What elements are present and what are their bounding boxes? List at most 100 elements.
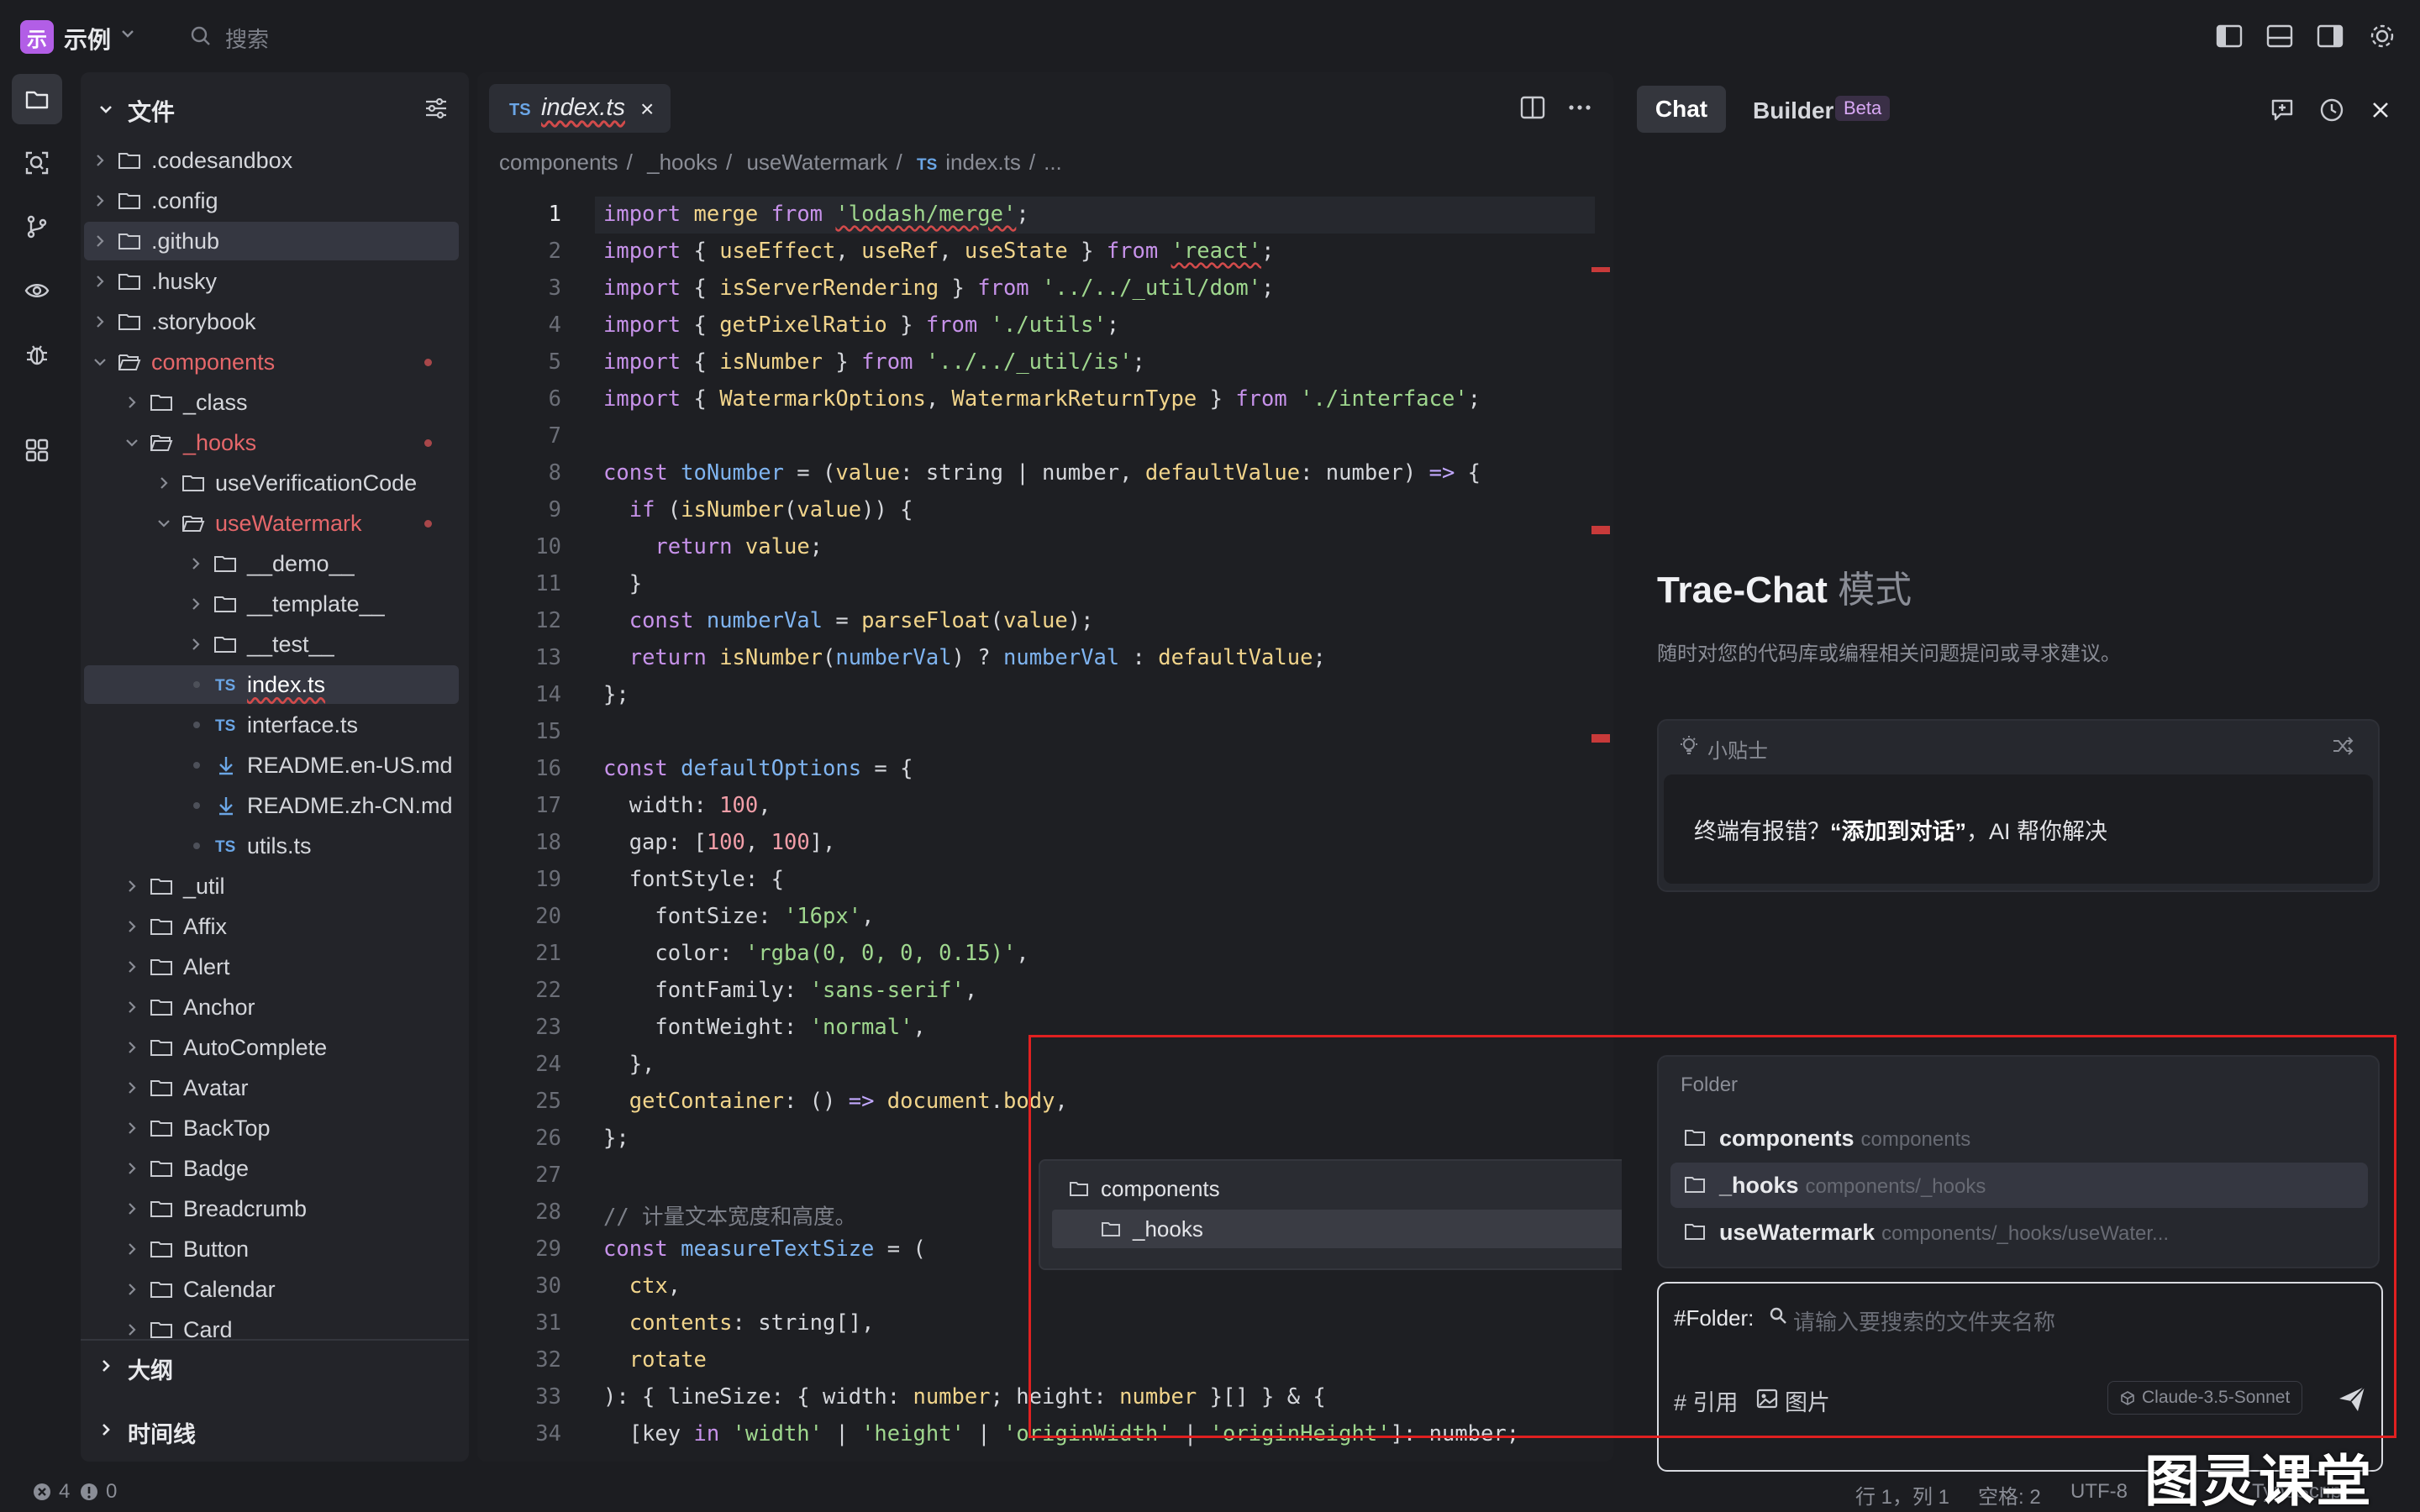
search-code-icon[interactable] xyxy=(12,138,62,188)
tree-item[interactable]: Calendar xyxy=(84,1270,459,1309)
chevron-down-icon[interactable] xyxy=(97,101,114,118)
tree-item[interactable]: TS interface.ts xyxy=(84,706,459,744)
history-icon[interactable] xyxy=(2317,96,2346,124)
tab-builder[interactable]: Builder xyxy=(1753,97,1833,124)
code-line[interactable]: }; xyxy=(603,1126,629,1151)
code-line[interactable]: contents: string[], xyxy=(603,1310,875,1336)
chevron-down-icon[interactable] xyxy=(119,25,136,42)
tree-item[interactable]: .husky xyxy=(84,262,459,301)
code-line[interactable]: width: 100, xyxy=(603,793,771,818)
code-line[interactable]: }, xyxy=(603,1052,655,1077)
tree-item[interactable]: Affix xyxy=(84,907,459,946)
warning-count[interactable]: 0 xyxy=(106,1480,117,1504)
code-line[interactable]: gap: [100, 100], xyxy=(603,830,836,855)
breadcrumb-item[interactable]: index.ts xyxy=(945,150,1021,175)
code-line[interactable]: fontStyle: { xyxy=(603,867,784,892)
tree-item[interactable]: __template__ xyxy=(84,585,459,623)
tree-item[interactable]: Avatar xyxy=(84,1068,459,1107)
search-icon[interactable] xyxy=(190,25,212,47)
tab-index-ts[interactable]: TS index.ts × xyxy=(489,84,671,133)
tree-item[interactable]: .github xyxy=(84,222,459,260)
warning-icon[interactable] xyxy=(79,1482,99,1502)
explorer-files-icon[interactable] xyxy=(12,74,62,124)
code-line[interactable]: } xyxy=(603,571,642,596)
code-line[interactable]: color: 'rgba(0, 0, 0, 0.15)', xyxy=(603,941,1028,966)
close-icon[interactable] xyxy=(2368,97,2393,123)
tree-item[interactable]: components xyxy=(84,343,459,381)
error-icon[interactable] xyxy=(32,1482,52,1502)
tree-item[interactable]: Anchor xyxy=(84,988,459,1026)
code-line[interactable]: import merge from 'lodash/merge'; xyxy=(603,202,1029,227)
code-line[interactable]: ctx, xyxy=(603,1273,681,1299)
code-line[interactable]: import { getPixelRatio } from './utils'; xyxy=(603,312,1119,338)
code-line[interactable]: // 计量文本宽度和高度。 xyxy=(603,1200,856,1231)
tree-item[interactable]: _class xyxy=(84,383,459,422)
code-line[interactable]: import { isServerRendering } from '../..… xyxy=(603,276,1274,301)
code-line[interactable]: import { useEffect, useRef, useState } f… xyxy=(603,239,1274,264)
search-input[interactable]: 搜索 xyxy=(225,23,269,54)
error-marker[interactable] xyxy=(1591,526,1610,534)
error-marker[interactable] xyxy=(1591,267,1610,272)
breadcrumb-item[interactable]: components xyxy=(499,150,618,175)
outline-section[interactable]: 大纲 xyxy=(81,1339,469,1389)
tree-item[interactable]: README.en-US.md xyxy=(84,746,459,785)
preview-eye-icon[interactable] xyxy=(12,265,62,316)
tree-item[interactable]: .codesandbox xyxy=(84,141,459,180)
encoding[interactable]: UTF-8 xyxy=(2070,1480,2128,1504)
tree-item[interactable]: useVerificationCode xyxy=(84,464,459,502)
tree-item[interactable]: Button xyxy=(84,1230,459,1268)
tree-item[interactable]: .config xyxy=(84,181,459,220)
close-icon[interactable]: × xyxy=(640,96,654,123)
filter-settings-icon[interactable] xyxy=(424,96,449,121)
tree-item[interactable]: useWatermark xyxy=(84,504,459,543)
timeline-section[interactable]: 时间线 xyxy=(81,1404,469,1455)
more-actions-icon[interactable] xyxy=(1566,94,1593,121)
tree-item[interactable]: Breadcrumb xyxy=(84,1189,459,1228)
toggle-panel-icon[interactable] xyxy=(2265,22,2294,50)
code-line[interactable]: }; xyxy=(603,682,629,707)
code-line[interactable]: return value; xyxy=(603,534,823,559)
error-count[interactable]: 4 xyxy=(59,1480,70,1504)
code-line[interactable]: const measureTextSize = ( xyxy=(603,1236,926,1262)
code-line[interactable]: fontSize: '16px', xyxy=(603,904,874,929)
shuffle-icon[interactable] xyxy=(2331,734,2354,758)
tree-item[interactable]: _util xyxy=(84,867,459,906)
code-line[interactable]: if (isNumber(value)) { xyxy=(603,497,913,522)
split-editor-icon[interactable] xyxy=(1519,94,1546,121)
toggle-secondary-sidebar-icon[interactable] xyxy=(2316,22,2344,50)
code-line[interactable]: return isNumber(numberVal) ? numberVal :… xyxy=(603,645,1326,670)
breadcrumb-item[interactable]: _hooks xyxy=(647,150,718,175)
code-line[interactable]: const defaultOptions = { xyxy=(603,756,913,781)
tree-item[interactable]: __demo__ xyxy=(84,544,459,583)
tree-item[interactable]: TS index.ts xyxy=(84,665,459,704)
tree-item[interactable]: Alert xyxy=(84,948,459,986)
project-name[interactable]: 示例 xyxy=(64,22,111,55)
app-logo[interactable]: 示 xyxy=(20,20,54,54)
tree-item[interactable]: BackTop xyxy=(84,1109,459,1147)
code-line[interactable]: getContainer: () => document.body, xyxy=(603,1089,1068,1114)
settings-gear-icon[interactable] xyxy=(2368,22,2396,50)
tree-item[interactable]: _hooks xyxy=(84,423,459,462)
error-marker[interactable] xyxy=(1591,734,1610,743)
tree-item[interactable]: .storybook xyxy=(84,302,459,341)
extensions-grid-icon[interactable] xyxy=(12,425,62,475)
tree-item[interactable]: Badge xyxy=(84,1149,459,1188)
debug-bug-icon[interactable] xyxy=(12,329,62,380)
code-line[interactable]: import { WatermarkOptions, WatermarkRetu… xyxy=(603,386,1481,412)
indentation[interactable]: 空格: 2 xyxy=(1978,1480,2041,1509)
tree-item[interactable]: AutoComplete xyxy=(84,1028,459,1067)
code-line[interactable]: import { isNumber } from '../../_util/is… xyxy=(603,349,1145,375)
cursor-position[interactable]: 行 1，列 1 xyxy=(1855,1480,1949,1509)
code-line[interactable]: fontWeight: 'normal', xyxy=(603,1015,925,1040)
code-line[interactable]: fontFamily: 'sans-serif', xyxy=(603,978,977,1003)
tree-item[interactable]: README.zh-CN.md xyxy=(84,786,459,825)
new-chat-icon[interactable] xyxy=(2269,96,2297,124)
breadcrumb-item[interactable]: ... xyxy=(1044,150,1062,175)
tree-item[interactable]: TS utils.ts xyxy=(84,827,459,865)
code-line[interactable]: const numberVal = parseFloat(value); xyxy=(603,608,1094,633)
code-line[interactable]: rotate xyxy=(603,1347,707,1373)
tree-item[interactable]: __test__ xyxy=(84,625,459,664)
tab-chat[interactable]: Chat xyxy=(1637,86,1726,133)
toggle-sidebar-icon[interactable] xyxy=(2215,22,2244,50)
source-control-icon[interactable] xyxy=(12,202,62,252)
